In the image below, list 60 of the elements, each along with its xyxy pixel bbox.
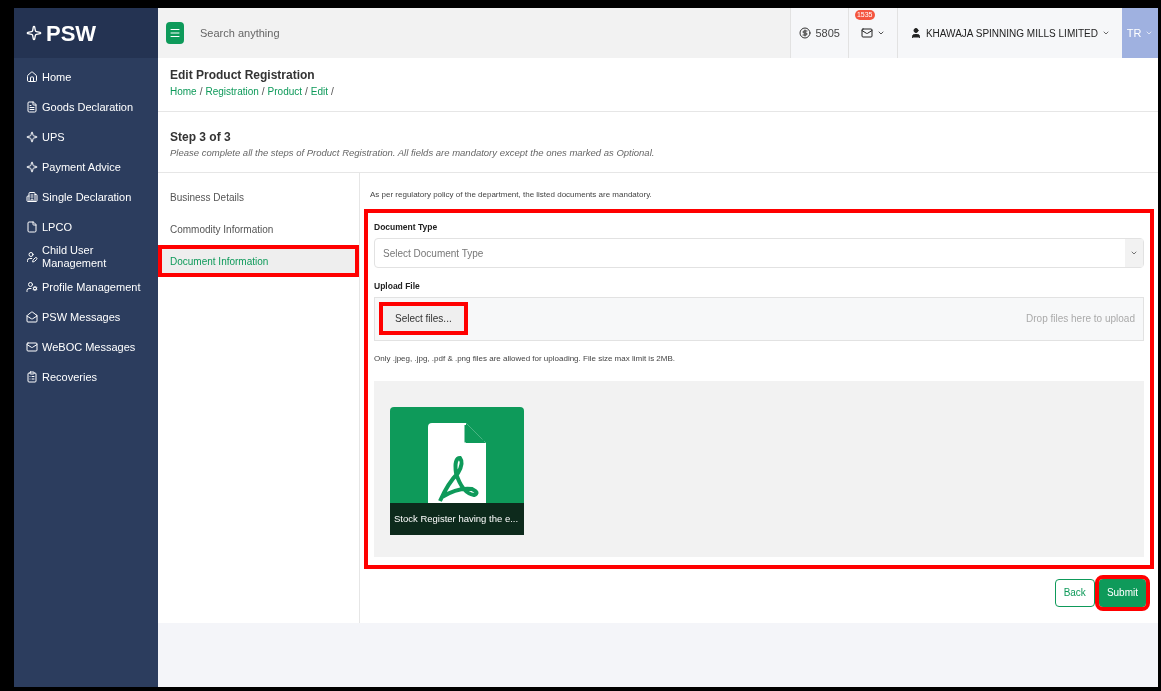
nav-item[interactable]: Payment Advice	[14, 152, 158, 182]
home-icon	[26, 71, 38, 83]
account-menu[interactable]: KHAWAJA SPINNING MILLS LIMITED	[896, 8, 1122, 58]
breadcrumb-link[interactable]: Edit	[310, 84, 329, 99]
dropdown-caret-icon	[1130, 249, 1138, 257]
drop-hint: Drop files here to upload	[1026, 312, 1135, 327]
balance-indicator[interactable]: 5805	[790, 8, 848, 58]
caret-icon	[1102, 29, 1110, 37]
nav-item[interactable]: Goods Declaration	[14, 92, 158, 122]
nav-item[interactable]: LPCO	[14, 212, 158, 242]
breadcrumb-separator: /	[331, 85, 334, 99]
user-edit-icon	[26, 251, 38, 263]
logo: PSW	[46, 19, 97, 48]
breadcrumb-separator: /	[261, 85, 265, 99]
file-card[interactable]: Stock Register having the e...	[390, 406, 524, 535]
nav-item[interactable]: Recoveries	[14, 362, 158, 392]
balance-value: 5805	[815, 25, 840, 41]
upload-dropzone[interactable]: Select files... Drop files here to upload	[374, 296, 1144, 341]
search-field[interactable]: Search anything	[200, 24, 500, 42]
field-label: Upload File	[374, 280, 421, 293]
step-tab[interactable]: Business Details	[158, 181, 359, 214]
sparkle-icon	[26, 131, 38, 143]
breadcrumb-separator: /	[199, 85, 203, 99]
nav-item[interactable]: UPS	[14, 122, 158, 152]
mail-icon	[860, 27, 873, 39]
caret-icon	[876, 29, 885, 37]
nav-item[interactable]: Single Declaration	[14, 182, 158, 212]
step-tab[interactable]: Commodity Information	[158, 213, 359, 246]
document-type-select[interactable]: Select Document Type	[374, 238, 1144, 268]
caret-icon	[1145, 29, 1154, 37]
logo-icon	[26, 25, 42, 41]
nav-item[interactable]: Home	[14, 62, 158, 92]
breadcrumb-link[interactable]: Home	[170, 84, 197, 99]
user-gear-icon	[26, 281, 38, 293]
breadcrumb-separator: /	[305, 85, 308, 99]
nav-item[interactable]: PSW Messages	[14, 302, 158, 332]
user-icon	[909, 27, 922, 39]
upload-rule: Only .jpeg, .jpg, .pdf & .png files are allowed for uploading. File size max limit is 2MB.	[374, 352, 677, 365]
breadcrumb-link[interactable]: Registration	[205, 84, 259, 99]
clipboard-icon	[26, 371, 38, 383]
step-note: Please complete all the steps of Product Registration. All fields are mandatory except the ones marked as Optional.	[170, 146, 656, 160]
building-icon	[26, 191, 38, 203]
file-name: Stock Register having the e...	[390, 502, 524, 535]
policy-note: As per regulatory policy of the department, the listed documents are mandatory.	[370, 189, 653, 202]
menu-button[interactable]	[166, 22, 184, 44]
sparkle-icon	[26, 161, 38, 173]
mail-icon	[26, 311, 38, 323]
back-button[interactable]: Back	[1054, 578, 1095, 607]
page-title: Edit Product Registration	[170, 67, 316, 84]
file-icon	[26, 221, 38, 233]
step-title: Step 3 of 3	[170, 129, 232, 146]
breadcrumb-link[interactable]: Product	[267, 84, 303, 99]
field-label: Document Type	[374, 221, 439, 234]
nav-item[interactable]: Profile Management	[14, 272, 158, 302]
menu-icon	[169, 27, 181, 39]
nav-item[interactable]: WeBOC Messages	[14, 332, 158, 362]
document-icon	[26, 101, 38, 113]
nav-item[interactable]: Child User Management	[14, 242, 158, 272]
coin-icon	[799, 27, 812, 39]
envelope-icon	[26, 341, 38, 353]
